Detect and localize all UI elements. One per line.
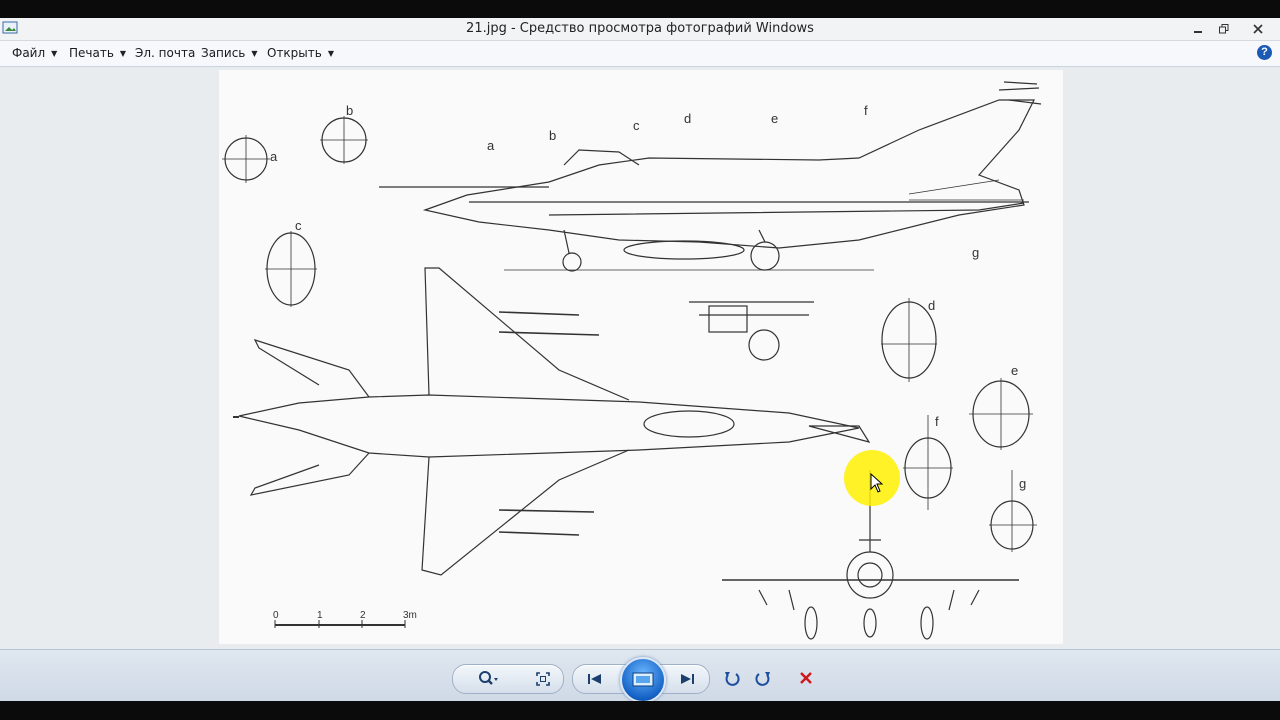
zoom-button[interactable] [475, 665, 503, 693]
previous-button[interactable] [581, 665, 609, 693]
aircraft-drawing: a b c d e f g a b c d e f g 0 1 2 3m [222, 81, 1042, 640]
next-button[interactable] [673, 665, 701, 693]
fit-window-button[interactable] [529, 665, 557, 693]
rotate-left-button[interactable] [718, 664, 746, 692]
section-label-g: g [1019, 476, 1026, 491]
screen-top-edge [0, 0, 1280, 18]
menu-burn[interactable]: Запись ▼ [201, 46, 258, 60]
menu-open-label: Открыть [267, 46, 322, 60]
scale-tick-2: 2 [360, 610, 366, 621]
close-icon [1253, 24, 1263, 34]
title-bar: 21.jpg - Средство просмотра фотографий W… [0, 18, 1280, 41]
menu-burn-label: Запись [201, 46, 246, 60]
delete-button[interactable] [792, 664, 820, 692]
fit-window-icon [536, 672, 550, 686]
section-label-c: c [295, 218, 302, 233]
side-view [379, 81, 1042, 272]
station-label-a: a [487, 138, 495, 153]
gear-detail [689, 301, 814, 361]
top-view [233, 267, 871, 576]
window-title: 21.jpg - Средство просмотра фотографий W… [466, 21, 814, 36]
chevron-down-icon: ▼ [327, 49, 334, 58]
image-viewer-area: a b c d e f g a b c d e f g 0 1 2 3m [0, 67, 1280, 649]
rotate-right-button[interactable] [749, 664, 777, 692]
scale-tick-1: 1 [317, 610, 323, 621]
section-label-f: f [935, 414, 939, 429]
previous-icon [588, 674, 601, 684]
minimize-icon [1194, 31, 1202, 33]
menu-print-label: Печать [69, 46, 114, 60]
chevron-down-icon: ▼ [51, 49, 58, 58]
minimize-button[interactable] [1184, 18, 1212, 40]
section-label-d: d [928, 298, 935, 313]
menu-bar: Файл ▼ Печать ▼ Эл. почта Запись ▼ Открыть ▼… [0, 41, 1280, 67]
restore-button[interactable] [1210, 18, 1238, 40]
chevron-down-icon: ▼ [251, 49, 258, 58]
close-button[interactable] [1244, 18, 1272, 40]
station-label-g: g [972, 245, 979, 260]
view-controls-group [452, 664, 564, 694]
next-icon [681, 674, 694, 684]
station-label-c: c [633, 118, 640, 133]
screen-bottom-edge [0, 701, 1280, 720]
zoom-icon [479, 671, 498, 685]
slideshow-icon [632, 672, 654, 687]
scale-bar: 0 1 2 3m [273, 610, 417, 628]
menu-print[interactable]: Печать ▼ [69, 46, 126, 60]
restore-icon [1219, 24, 1229, 34]
rotate-right-icon [755, 672, 770, 686]
station-label-d: d [684, 111, 691, 126]
station-label-e: e [771, 111, 778, 126]
chevron-down-icon: ▼ [119, 49, 127, 58]
section-label-a: a [270, 149, 278, 164]
menu-file-label: Файл [12, 46, 46, 60]
menu-file[interactable]: Файл ▼ [12, 46, 57, 60]
scale-tick-0: 0 [273, 610, 279, 621]
displayed-photo: a b c d e f g a b c d e f g 0 1 2 3m [219, 70, 1063, 644]
section-label-b: b [346, 103, 353, 118]
rotate-left-icon [725, 672, 740, 686]
section-label-e: e [1011, 363, 1018, 378]
scale-tick-3: 3m [403, 610, 417, 621]
slideshow-button[interactable] [620, 657, 666, 703]
station-label-b: b [549, 128, 556, 143]
mouse-pointer-icon [870, 473, 884, 493]
delete-icon [800, 672, 812, 684]
station-label-f: f [864, 103, 868, 118]
help-icon[interactable]: ? [1257, 45, 1272, 60]
menu-email-label: Эл. почта [135, 46, 196, 60]
menu-open[interactable]: Открыть ▼ [267, 46, 334, 60]
menu-email[interactable]: Эл. почта [135, 46, 195, 60]
